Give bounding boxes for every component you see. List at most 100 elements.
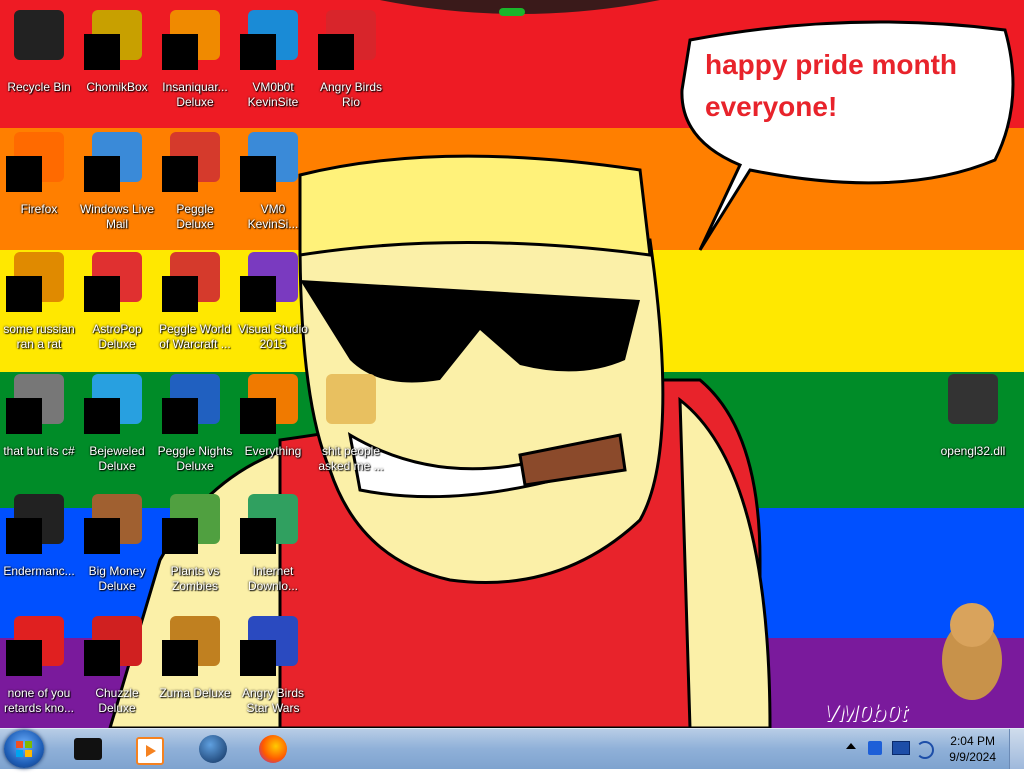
desktop-icon[interactable]: ChomikBox [78,4,156,124]
redaction-box [84,518,120,554]
desktop-icon-label: VM0b0t KevinSite [247,80,299,109]
speech-line-1: happy pride month [705,49,957,80]
hamster-head [950,603,994,647]
redaction-box [240,34,276,70]
redaction-box [6,518,42,554]
pinned-firefox[interactable] [246,732,300,766]
windows-logo-icon [16,741,32,757]
desktop-icon-label: shit people asked me ... [318,444,384,473]
folder-icon [326,374,376,424]
recycle-bin-icon [14,10,64,60]
volume-icon[interactable] [916,741,934,759]
desktop-icon[interactable]: some russian ran a rat [0,246,78,366]
desktop-icon[interactable]: Endermanc... [0,488,78,608]
desktop-icon[interactable]: Zuma Deluxe [156,610,234,730]
desktop-icon-label: Firefox [20,202,58,216]
desktop-icon[interactable]: Visual Studio 2015 [234,246,312,366]
desktop-icon-label: Peggle Nights Deluxe [157,444,233,473]
redaction-box [84,34,120,70]
desktop-icon[interactable]: Plants vs Zombies [156,488,234,608]
desktop-icon-label: Recycle Bin [7,80,71,94]
desktop-icon-label: Insaniquar... Deluxe [162,80,228,109]
desktop-icon-label: that but its c# [3,444,75,458]
redaction-box [162,518,198,554]
desktop-icon-label: Angry Birds Star Wars [241,686,305,715]
green-light [499,8,525,16]
desktop-icon[interactable]: shit people asked me ... [312,368,390,488]
media-player-icon [136,737,164,765]
redaction-box [162,640,198,676]
desktop-icon[interactable]: Chuzzle Deluxe [78,610,156,730]
clock-time: 2:04 PM [950,734,995,748]
desktop-icon-label: Angry Birds Rio [319,80,383,109]
desktop-icon-label: Bejeweled Deluxe [89,444,145,473]
start-button[interactable] [4,730,44,768]
pinned-app-black-box[interactable] [62,732,116,766]
redaction-box [6,640,42,676]
redaction-box [84,156,120,192]
clock-date: 9/9/2024 [949,750,996,764]
desktop-icon[interactable]: Windows Live Mail [78,126,156,246]
redaction-box [240,276,276,312]
taskbar-clock[interactable]: 2:04 PM 9/9/2024 [949,733,996,765]
redaction-box [240,398,276,434]
desktop-icon-label: some russian ran a rat [3,322,75,351]
redaction-box [84,640,120,676]
dll-file-icon [948,374,998,424]
redaction-box [162,276,198,312]
desktop-icon[interactable]: Everything [234,368,312,488]
desktop-icon-label: Plants vs Zombies [170,564,220,593]
desktop-icon[interactable]: Angry Birds Star Wars [234,610,312,730]
pinned-globe[interactable] [186,732,240,766]
desktop-icon[interactable]: Firefox [0,126,78,246]
desktop-icon[interactable]: AstroPop Deluxe [78,246,156,366]
desktop-icon-label: Visual Studio 2015 [238,322,308,351]
desktop-icon[interactable]: Recycle Bin [0,4,78,124]
desktop-icon[interactable]: Angry Birds Rio [312,4,390,124]
redaction-box [240,640,276,676]
desktop-icon-label: Big Money Deluxe [88,564,146,593]
redaction-box [240,156,276,192]
network-icon[interactable] [892,741,910,755]
desktop-icon[interactable]: Bejeweled Deluxe [78,368,156,488]
desktop-icon[interactable]: that but its c# [0,368,78,488]
desktop-icon[interactable]: none of you retards kno... [0,610,78,730]
redaction-box [6,398,42,434]
desktop-icon-label: none of you retards kno... [3,686,75,715]
desktop-icon-label: Zuma Deluxe [159,686,231,700]
desktop-icon[interactable]: VM0 KevinSi... [234,126,312,246]
desktop-icon[interactable]: Insaniquar... Deluxe [156,4,234,124]
desktop-icon[interactable]: Peggle Nights Deluxe [156,368,234,488]
globe-icon [199,735,227,763]
desktop-icon[interactable]: Peggle Deluxe [156,126,234,246]
black-box-icon [74,738,102,760]
redaction-box [84,276,120,312]
firefox-icon [259,735,287,763]
redaction-box [162,156,198,192]
desktop-icon-label: opengl32.dll [940,444,1006,458]
desktop-icon-label: Peggle World of Warcraft ... [159,322,231,351]
redaction-box [162,34,198,70]
desktop-icon-label: Windows Live Mail [79,202,155,231]
redaction-box [162,398,198,434]
desktop-icon[interactable]: opengl32.dll [934,368,1012,488]
desktop-icon[interactable]: VM0b0t KevinSite [234,4,312,124]
redaction-box [6,156,42,192]
show-desktop-button[interactable] [1009,729,1024,769]
speech-bubble-text: happy pride month everyone! [705,44,957,128]
desktop-icon-label: Internet Downlo... [247,564,299,593]
system-tray [840,729,960,769]
desktop-icon[interactable]: Big Money Deluxe [78,488,156,608]
desktop-icon[interactable]: Internet Downlo... [234,488,312,608]
desktop-icon-label: AstroPop Deluxe [92,322,142,351]
redaction-box [318,34,354,70]
desktop-icon-label: Peggle Deluxe [176,202,214,231]
speech-line-2: everyone! [705,91,838,122]
desktop-icon-label: Chuzzle Deluxe [95,686,139,715]
pinned-media-player[interactable] [122,732,176,766]
character-cap [298,154,652,257]
action-center-icon[interactable] [868,741,882,755]
show-hidden-icons-arrow[interactable] [846,743,856,749]
redaction-box [240,518,276,554]
desktop-icon[interactable]: Peggle World of Warcraft ... [156,246,234,366]
